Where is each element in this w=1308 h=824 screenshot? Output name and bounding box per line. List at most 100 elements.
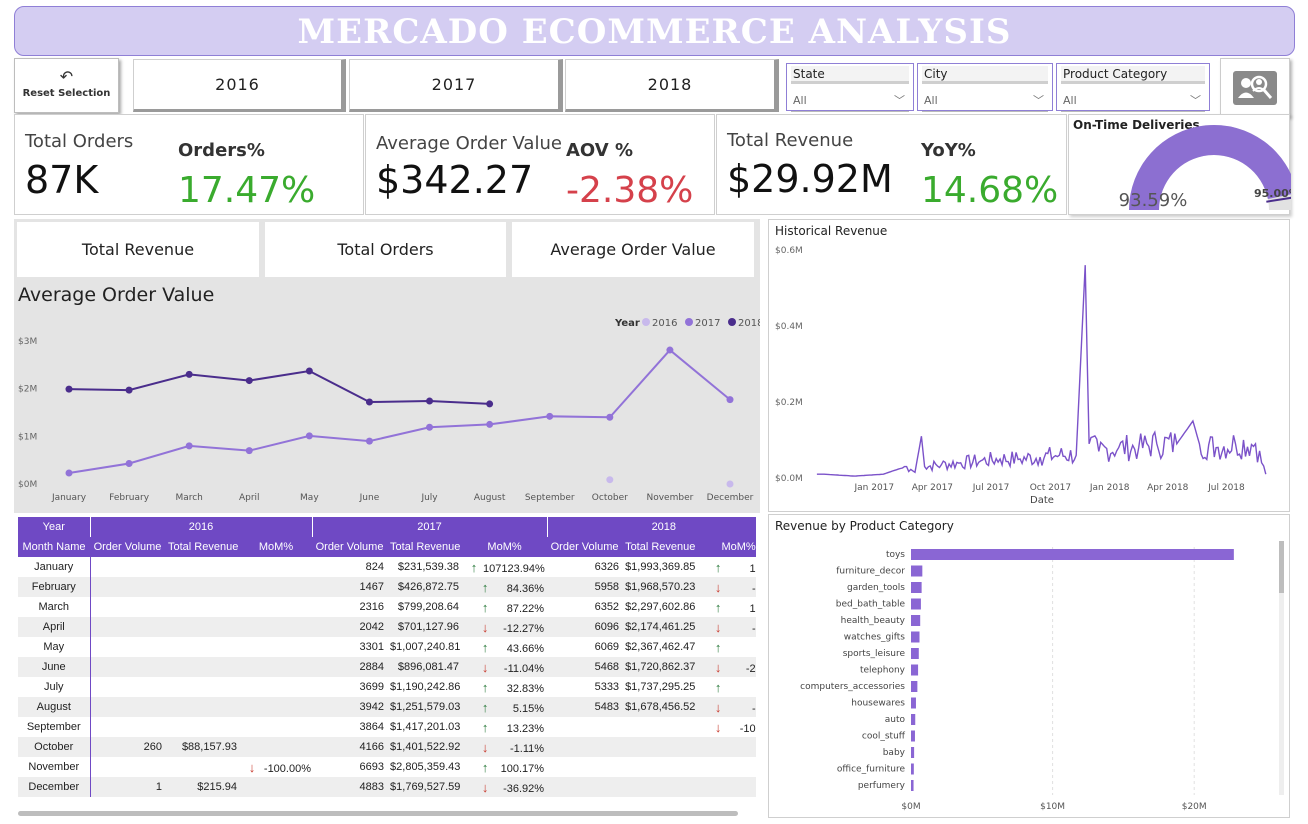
category-bar[interactable] <box>911 697 916 709</box>
category-bar[interactable] <box>911 681 918 692</box>
mom-pct-cell: ↓ -1.24 <box>697 577 756 597</box>
city-filter-dropdown[interactable]: All ﹀ <box>922 94 1048 112</box>
column-header[interactable]: Order Volume <box>547 537 623 557</box>
data-point-2017 <box>245 447 253 455</box>
category-bar[interactable] <box>911 714 916 725</box>
year-header-2016[interactable]: 2016 <box>89 517 313 537</box>
city-filter[interactable]: City All ﹀ <box>917 63 1053 112</box>
on-time-deliveries-card: On-Time Deliveries 93.59% 95.00% <box>1068 114 1291 215</box>
revenue-line <box>816 265 1267 477</box>
mom-pct-value: -11.04% <box>503 662 545 675</box>
category-scrollbar-thumb[interactable] <box>1279 541 1284 593</box>
year-button-2016[interactable]: 2016 <box>133 59 346 112</box>
legend-item[interactable]: 2018 <box>738 318 760 329</box>
total-revenue-cell: $1,769,527.59 <box>387 777 463 797</box>
total-revenue-cell: $1,251,579.03 <box>387 697 463 717</box>
category-label: cool_stuff <box>862 732 906 742</box>
total-revenue-cell: $2,297,602.86 <box>625 601 696 613</box>
product-category-filter-dropdown[interactable]: All ﹀ <box>1061 94 1205 112</box>
order-volume-cell: 4883 <box>312 777 388 797</box>
tab-total-orders[interactable]: Total Orders <box>265 222 506 277</box>
legend-item[interactable]: 2017 <box>695 318 720 329</box>
table-row: January 824 $231,539.38 ↑ 107123.94% 6326 $1,9… <box>18 557 756 577</box>
state-filter[interactable]: State All ﹀ <box>786 63 914 112</box>
table-row: September 3864 $1,417,201.03 ↑ 13.23% ↓ -100.0… <box>18 717 756 737</box>
x-tick-label: July <box>420 493 438 503</box>
city-filter-label: City <box>922 66 1048 84</box>
order-volume-cell <box>90 757 165 777</box>
arrow-down-icon: ↓ <box>714 659 722 675</box>
table-row: February 1467 $426,872.75 ↑ 84.36% 5958 $1,968… <box>18 577 756 597</box>
category-bar[interactable] <box>911 582 922 593</box>
year-header-2018[interactable]: 2018 <box>546 517 756 537</box>
category-bar[interactable] <box>911 648 919 659</box>
year-header-2017[interactable]: 2017 <box>311 517 548 537</box>
category-label: garden_tools <box>847 583 905 593</box>
x-tick-label: $20M <box>1182 802 1207 812</box>
table-horizontal-scrollbar[interactable] <box>18 811 738 816</box>
historical-revenue-panel: Historical Revenue $0.0M $0.2M $0.4M $0.6M J… <box>768 219 1290 512</box>
category-bar[interactable] <box>911 664 919 676</box>
mom-pct-value: -27.31 <box>745 662 756 675</box>
column-header[interactable]: Order Volume <box>312 537 388 557</box>
tab-total-revenue[interactable]: Total Revenue <box>17 222 259 277</box>
mom-pct-cell: ↓ -36.92% <box>462 777 548 797</box>
total-revenue-cell <box>165 657 240 677</box>
total-revenue-cell <box>165 697 240 717</box>
mom-pct-cell: ↑ 16.71 <box>697 597 756 617</box>
column-header[interactable]: MoM% <box>240 537 313 557</box>
category-bar[interactable] <box>911 565 923 577</box>
category-label: sports_leisure <box>843 649 906 659</box>
mom-pct-value: -1.24 <box>751 582 756 595</box>
category-bar[interactable] <box>911 631 920 643</box>
month-cell: July <box>18 677 91 697</box>
tab-average-order-value[interactable]: Average Order Value <box>512 222 754 277</box>
reset-selection-button[interactable]: ↶ Reset Selection <box>14 58 119 113</box>
data-point-2017 <box>365 437 373 445</box>
category-label: watches_gifts <box>844 633 906 643</box>
y-tick-label: $2M <box>18 385 37 395</box>
total-revenue-cell <box>622 777 698 797</box>
mom-pct-cell <box>240 597 312 617</box>
data-point-2017 <box>486 420 494 428</box>
y-tick-label: $0.6M <box>775 246 803 256</box>
column-header[interactable]: Total Revenue <box>387 537 463 557</box>
category-bar[interactable] <box>911 780 914 791</box>
mom-pct-cell: ↑ 84.36% <box>462 577 548 597</box>
order-volume-cell: 1 <box>90 777 165 797</box>
mom-pct-cell: ↑ 12.65 <box>697 557 756 577</box>
arrow-up-icon: ↑ <box>481 599 489 615</box>
category-bar[interactable] <box>911 747 915 758</box>
mom-pct-cell <box>240 577 313 597</box>
mom-pct-cell: ↑ 0.95 <box>697 677 756 697</box>
column-header[interactable]: MoM% <box>462 537 548 557</box>
total-revenue-cell: $896,081.47 <box>387 657 463 677</box>
total-revenue-cell <box>165 677 240 697</box>
category-bar[interactable] <box>911 615 921 626</box>
column-header[interactable]: Order Volume <box>90 537 165 557</box>
mom-pct-cell: ↓ -11.04% <box>462 657 548 677</box>
legend-item[interactable]: 2016 <box>652 318 677 329</box>
category-label: baby <box>883 748 906 758</box>
mom-pct-value: -3.39 <box>751 702 756 715</box>
total-revenue-cell <box>622 757 697 777</box>
category-bar[interactable] <box>911 598 921 610</box>
column-header[interactable]: MoM% <box>697 537 756 557</box>
month-name-header[interactable]: Month Name <box>18 537 90 557</box>
column-header[interactable]: Total Revenue <box>622 537 698 557</box>
customer-page-button[interactable] <box>1220 58 1290 117</box>
aov-chart-title: Average Order Value <box>18 284 215 306</box>
total-revenue-cell: $88,157.93 <box>165 737 240 757</box>
mom-pct-value: 87.22% <box>506 602 545 615</box>
total-revenue-cell <box>622 737 698 757</box>
column-header[interactable]: Total Revenue <box>165 537 240 557</box>
category-bar[interactable] <box>911 763 914 775</box>
year-button-2018[interactable]: 2018 <box>565 59 779 112</box>
year-button-2017[interactable]: 2017 <box>349 59 563 112</box>
category-bar[interactable] <box>911 549 1234 560</box>
product-category-filter[interactable]: Product Category All ﹀ <box>1056 63 1210 112</box>
category-bar[interactable] <box>911 730 915 742</box>
total-revenue-cell: $1,417,201.03 <box>390 721 461 733</box>
state-filter-dropdown[interactable]: All ﹀ <box>791 94 909 112</box>
order-volume-cell: 3942 <box>312 697 388 717</box>
